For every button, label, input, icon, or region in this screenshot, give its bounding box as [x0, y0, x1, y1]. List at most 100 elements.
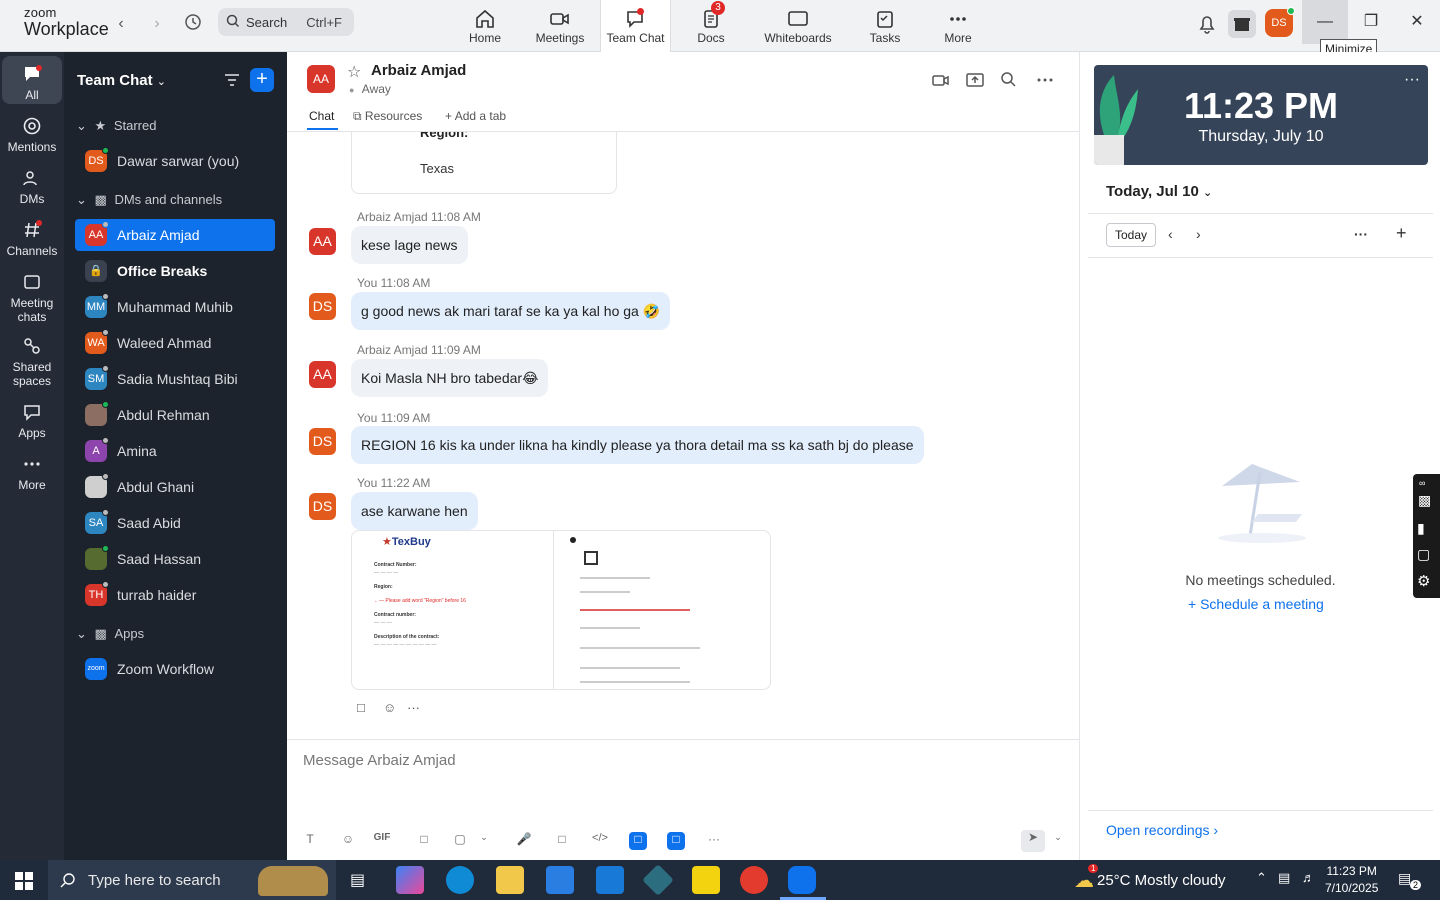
search-box[interactable]: Search Ctrl+F	[218, 8, 354, 36]
sidebar-item-waleed-ahmad[interactable]: WA Waleed Ahmad	[75, 327, 275, 359]
volume-icon[interactable]: ♬	[1302, 870, 1315, 885]
share-screen-icon[interactable]	[965, 70, 985, 90]
rail-dms[interactable]: DMs	[2, 168, 62, 206]
whiteboard-share-icon[interactable]: □	[629, 832, 647, 850]
add-event-icon[interactable]: +	[1396, 223, 1407, 244]
task-view-icon[interactable]: ▤	[350, 870, 365, 890]
chevron-down-icon[interactable]: ⌄	[1049, 832, 1067, 850]
bell-icon[interactable]	[1193, 10, 1221, 38]
nav-home[interactable]: Home	[460, 0, 510, 52]
header-avatar[interactable]: AA	[307, 65, 335, 93]
rail-more[interactable]: More	[2, 454, 62, 492]
text-format-icon[interactable]: T	[301, 832, 319, 850]
emoji-reaction-icon[interactable]: ☺	[383, 700, 396, 715]
reply-icon[interactable]: □	[357, 700, 365, 715]
mail-icon[interactable]	[596, 866, 624, 894]
code-icon[interactable]: </>	[591, 832, 609, 850]
rail-channels[interactable]: Channels	[2, 220, 62, 258]
tab-add[interactable]: + Add a tab	[445, 109, 506, 123]
emoji-icon[interactable]: ☺	[339, 832, 357, 850]
message-bubble[interactable]: ase karwane hen	[351, 492, 478, 530]
network-icon[interactable]: ▤	[1278, 870, 1290, 886]
nav-team-chat[interactable]: Team Chat	[600, 0, 671, 53]
tab-resources[interactable]: ⧉ Resources	[353, 109, 422, 124]
attachment-image-1[interactable]: ★TexBuy Contract Number: — — — — Region:…	[352, 531, 554, 689]
app-share-icon[interactable]: □	[667, 832, 685, 850]
more-tools-icon[interactable]: ···	[705, 832, 723, 850]
nav-more[interactable]: More	[940, 0, 976, 52]
gift-icon[interactable]	[1228, 10, 1256, 38]
more-options-icon[interactable]	[1035, 70, 1055, 90]
message-bubble[interactable]: kese lage news	[351, 226, 468, 264]
section-starred[interactable]: ⌄ ★ Starred	[76, 118, 156, 134]
sticky-notes-icon[interactable]	[692, 866, 720, 894]
tab-chat[interactable]: Chat	[309, 109, 334, 123]
nav-whiteboards[interactable]: Whiteboards	[760, 0, 836, 52]
attachment-image-2[interactable]	[554, 531, 770, 689]
more-options-icon[interactable]: ···	[1404, 71, 1420, 89]
search-icon[interactable]	[999, 70, 1019, 90]
link-icon[interactable]: ∞	[1419, 478, 1425, 488]
gif-icon[interactable]: GIF	[373, 832, 391, 850]
zoom-taskbar-icon[interactable]	[788, 866, 816, 894]
header-contact-name[interactable]: Arbaiz Amjad	[371, 62, 466, 79]
section-dms[interactable]: ⌄ ▩ DMs and channels	[76, 192, 222, 208]
microsoft-store-icon[interactable]	[546, 866, 574, 894]
message-composer[interactable]: Message Arbaiz Amjad T ☺ GIF □ ▢ ⌄ 🎤 □ <…	[287, 739, 1079, 860]
chevron-down-icon[interactable]: ⌄	[475, 832, 493, 850]
message-bubble[interactable]: g good news ak mari taraf se ka ya kal h…	[351, 292, 671, 330]
windows-start-icon[interactable]	[15, 872, 33, 890]
sidebar-item-abdul-rehman[interactable]: Abdul Rehman	[75, 399, 275, 431]
taskbar-search[interactable]: Type here to search	[48, 860, 336, 900]
message-avatar[interactable]: AA	[309, 361, 336, 388]
new-chat-button[interactable]: +	[250, 68, 274, 92]
day-selector[interactable]: Today, Jul 10 ⌄	[1106, 183, 1212, 200]
edge-browser-icon[interactable]	[446, 866, 474, 894]
more-actions-icon[interactable]: ···	[407, 700, 420, 715]
sidebar-item-turrab-haider[interactable]: TH turrab haider	[75, 579, 275, 611]
video-record-icon[interactable]: ▮	[1417, 520, 1425, 537]
rail-mentions[interactable]: Mentions	[2, 116, 62, 154]
video-call-icon[interactable]	[931, 70, 951, 90]
next-day-icon[interactable]: ›	[1196, 226, 1201, 242]
app-diamond-icon[interactable]	[642, 864, 674, 896]
message-avatar[interactable]: DS	[309, 293, 336, 320]
sidebar-item-zoom-workflow[interactable]: zoom Zoom Workflow	[75, 653, 275, 685]
rail-all[interactable]: All	[2, 56, 62, 104]
weather-text[interactable]: 25°C Mostly cloudy	[1097, 872, 1226, 889]
chrome-browser-icon[interactable]	[740, 866, 768, 894]
minimize-button[interactable]: —	[1302, 0, 1348, 44]
sidebar-item-abdul-ghani[interactable]: Abdul Ghani	[75, 471, 275, 503]
microphone-icon[interactable]: 🎤	[515, 832, 533, 850]
sidebar-item-saad-hassan[interactable]: Saad Hassan	[75, 543, 275, 575]
message-avatar[interactable]: DS	[309, 428, 336, 455]
back-arrow-icon[interactable]: ‹	[110, 13, 132, 35]
list-item[interactable]: DS Dawar sarwar (you)	[75, 145, 275, 177]
open-recordings-link[interactable]: Open recordings ›	[1106, 822, 1218, 838]
star-outline-icon[interactable]: ☆	[347, 62, 361, 82]
camera-icon[interactable]: ▩	[1418, 492, 1431, 509]
copilot-icon[interactable]	[396, 866, 424, 894]
message-bubble[interactable]: REGION 16 kis ka under likna ha kindly p…	[351, 426, 924, 464]
forward-arrow-icon[interactable]: ›	[146, 13, 168, 35]
message-bubble[interactable]: Koi Masla NH bro tabedar😂	[351, 359, 549, 397]
sidebar-item-muhammad-muhib[interactable]: MM Muhammad Muhib	[75, 291, 275, 323]
sidebar-item-amina[interactable]: A Amina	[75, 435, 275, 467]
send-icon[interactable]: ➤	[1021, 830, 1045, 852]
video-message-icon[interactable]: □	[553, 832, 571, 850]
restore-button[interactable]: ❐	[1348, 0, 1394, 44]
schedule-meeting-link[interactable]: + Schedule a meeting	[1188, 596, 1324, 612]
image-attachments[interactable]: ★TexBuy Contract Number: — — — — Region:…	[351, 530, 771, 690]
today-button[interactable]: Today	[1106, 223, 1156, 247]
file-icon[interactable]: □	[415, 832, 433, 850]
sidebar-item-sadia-mushtaq-bibi[interactable]: SM Sadia Mushtaq Bibi	[75, 363, 275, 395]
window-icon[interactable]: ▢	[1417, 546, 1430, 563]
message-avatar[interactable]: DS	[309, 493, 336, 520]
more-options-icon[interactable]: ···	[1354, 226, 1368, 242]
sidebar-title[interactable]: Team Chat ⌄	[77, 72, 166, 89]
section-apps[interactable]: ⌄ ▩ Apps	[76, 626, 144, 642]
close-button[interactable]: ✕	[1394, 0, 1440, 44]
composer-placeholder[interactable]: Message Arbaiz Amjad	[303, 752, 456, 769]
file-explorer-icon[interactable]	[496, 866, 524, 894]
rail-apps[interactable]: Apps	[2, 402, 62, 440]
